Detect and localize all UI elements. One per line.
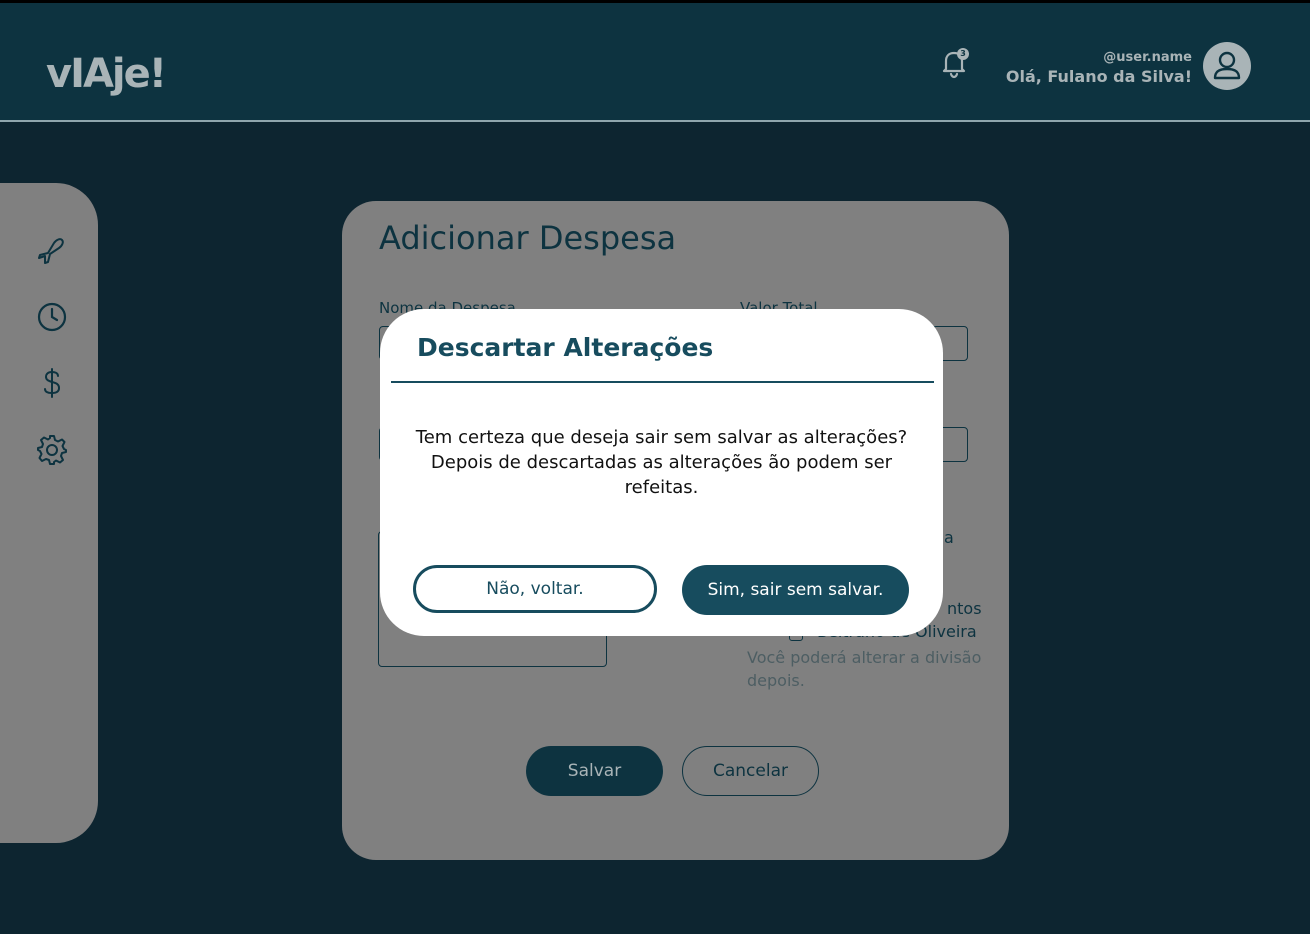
participant-2b-label-partial: ntos — [947, 599, 982, 618]
user-handle: @user.name — [1103, 50, 1192, 65]
participant-1-label-partial: a — [944, 528, 954, 547]
no-go-back-button[interactable]: Não, voltar. — [413, 565, 657, 613]
header-divider — [0, 120, 1310, 122]
user-greeting: Olá, Fulano da Silva! — [1005, 67, 1192, 86]
page-title: Adicionar Despesa — [379, 219, 677, 257]
user-avatar-icon[interactable] — [1203, 42, 1251, 90]
gear-icon[interactable] — [34, 432, 70, 468]
app-logo[interactable]: vIAje! — [46, 50, 167, 98]
plane-icon[interactable] — [34, 233, 70, 269]
notification-count-badge: 3 — [957, 48, 969, 60]
sidebar — [0, 183, 98, 843]
save-button[interactable]: Salvar — [526, 746, 663, 796]
dollar-icon[interactable] — [34, 365, 70, 401]
yes-discard-button[interactable]: Sim, sair sem salvar. — [682, 565, 909, 615]
clock-icon[interactable] — [34, 299, 70, 335]
discard-changes-dialog: Descartar Alterações Tem certeza que des… — [380, 309, 943, 636]
dialog-divider — [391, 381, 934, 383]
dialog-message: Tem certeza que deseja sair sem salvar a… — [415, 427, 908, 498]
dialog-title: Descartar Alterações — [417, 333, 714, 362]
cancel-button[interactable]: Cancelar — [682, 746, 819, 796]
split-hint: Você poderá alterar a divisão depois. — [747, 648, 982, 690]
